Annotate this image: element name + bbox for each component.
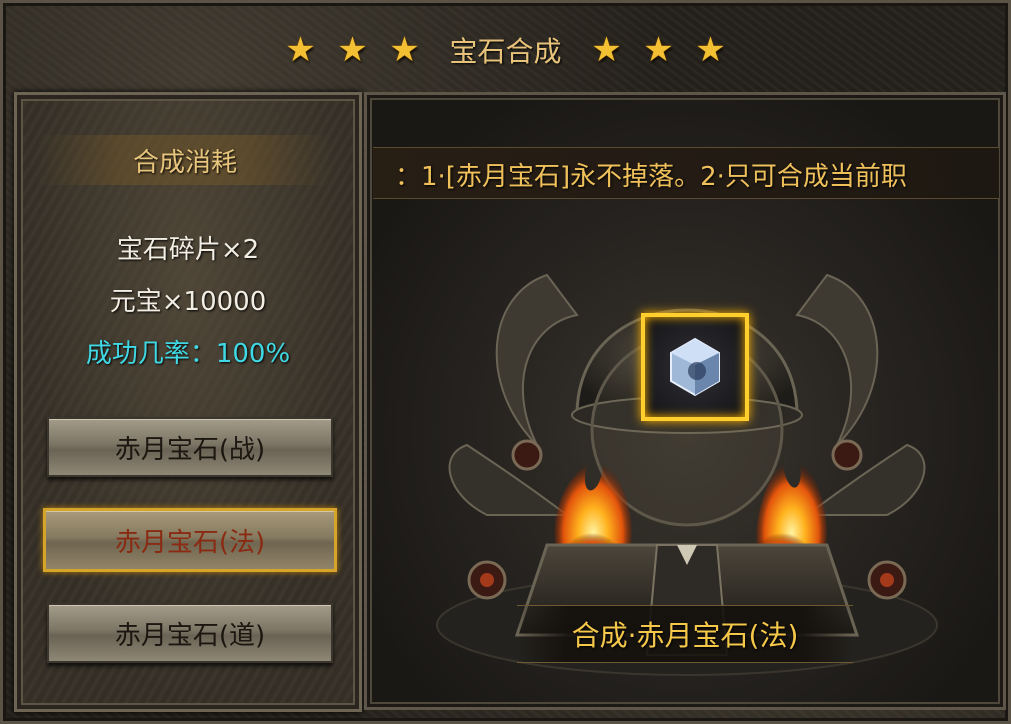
star-icon: ★: [591, 30, 622, 70]
cost-fragments: 宝石碎片×2: [116, 235, 260, 265]
title-bar: ★ ★ ★ 宝石合成 ★ ★ ★: [10, 10, 1001, 90]
option-warrior-button[interactable]: 赤月宝石(战): [47, 417, 333, 477]
cost-header-label: 合成消耗: [132, 147, 237, 178]
notice-text: ：1·[赤月宝石]永不掉落。2·只可合成当前职: [395, 162, 907, 192]
synthesis-panel: ：1·[赤月宝石]永不掉落。2·只可合成当前职 合成·赤月宝石(法): [364, 92, 1006, 710]
window-title: 宝石合成: [449, 35, 562, 68]
cost-panel: 合成消耗 宝石碎片×2 元宝×10000 成功几率：100% 赤月宝石(战) 赤…: [14, 92, 362, 712]
cost-header: 合成消耗: [37, 135, 333, 185]
star-icon: ★: [285, 30, 316, 70]
cost-ingots: 元宝×10000: [109, 287, 267, 317]
blue-crystal-gem-icon: [670, 337, 720, 397]
star-icon: ★: [695, 30, 726, 70]
success-rate: 成功几率：100%: [85, 339, 291, 369]
notice-scroll: ：1·[赤月宝石]永不掉落。2·只可合成当前职: [373, 147, 999, 199]
option-label: 赤月宝石(法): [114, 527, 266, 558]
star-icon: ★: [643, 30, 674, 70]
option-label: 赤月宝石(战): [114, 434, 266, 465]
star-icon: ★: [389, 30, 420, 70]
game-window: ★ ★ ★ 宝石合成 ★ ★ ★ 合成消耗 宝石碎片×2 元宝×10000 成功…: [0, 0, 1011, 724]
star-icon: ★: [337, 30, 368, 70]
option-label: 赤月宝石(道): [114, 620, 266, 651]
gem-slot[interactable]: [641, 313, 749, 421]
option-taoist-button[interactable]: 赤月宝石(道): [47, 603, 333, 663]
option-mage-button[interactable]: 赤月宝石(法): [43, 508, 337, 572]
synthesize-button[interactable]: 合成·赤月宝石(法): [517, 605, 853, 663]
